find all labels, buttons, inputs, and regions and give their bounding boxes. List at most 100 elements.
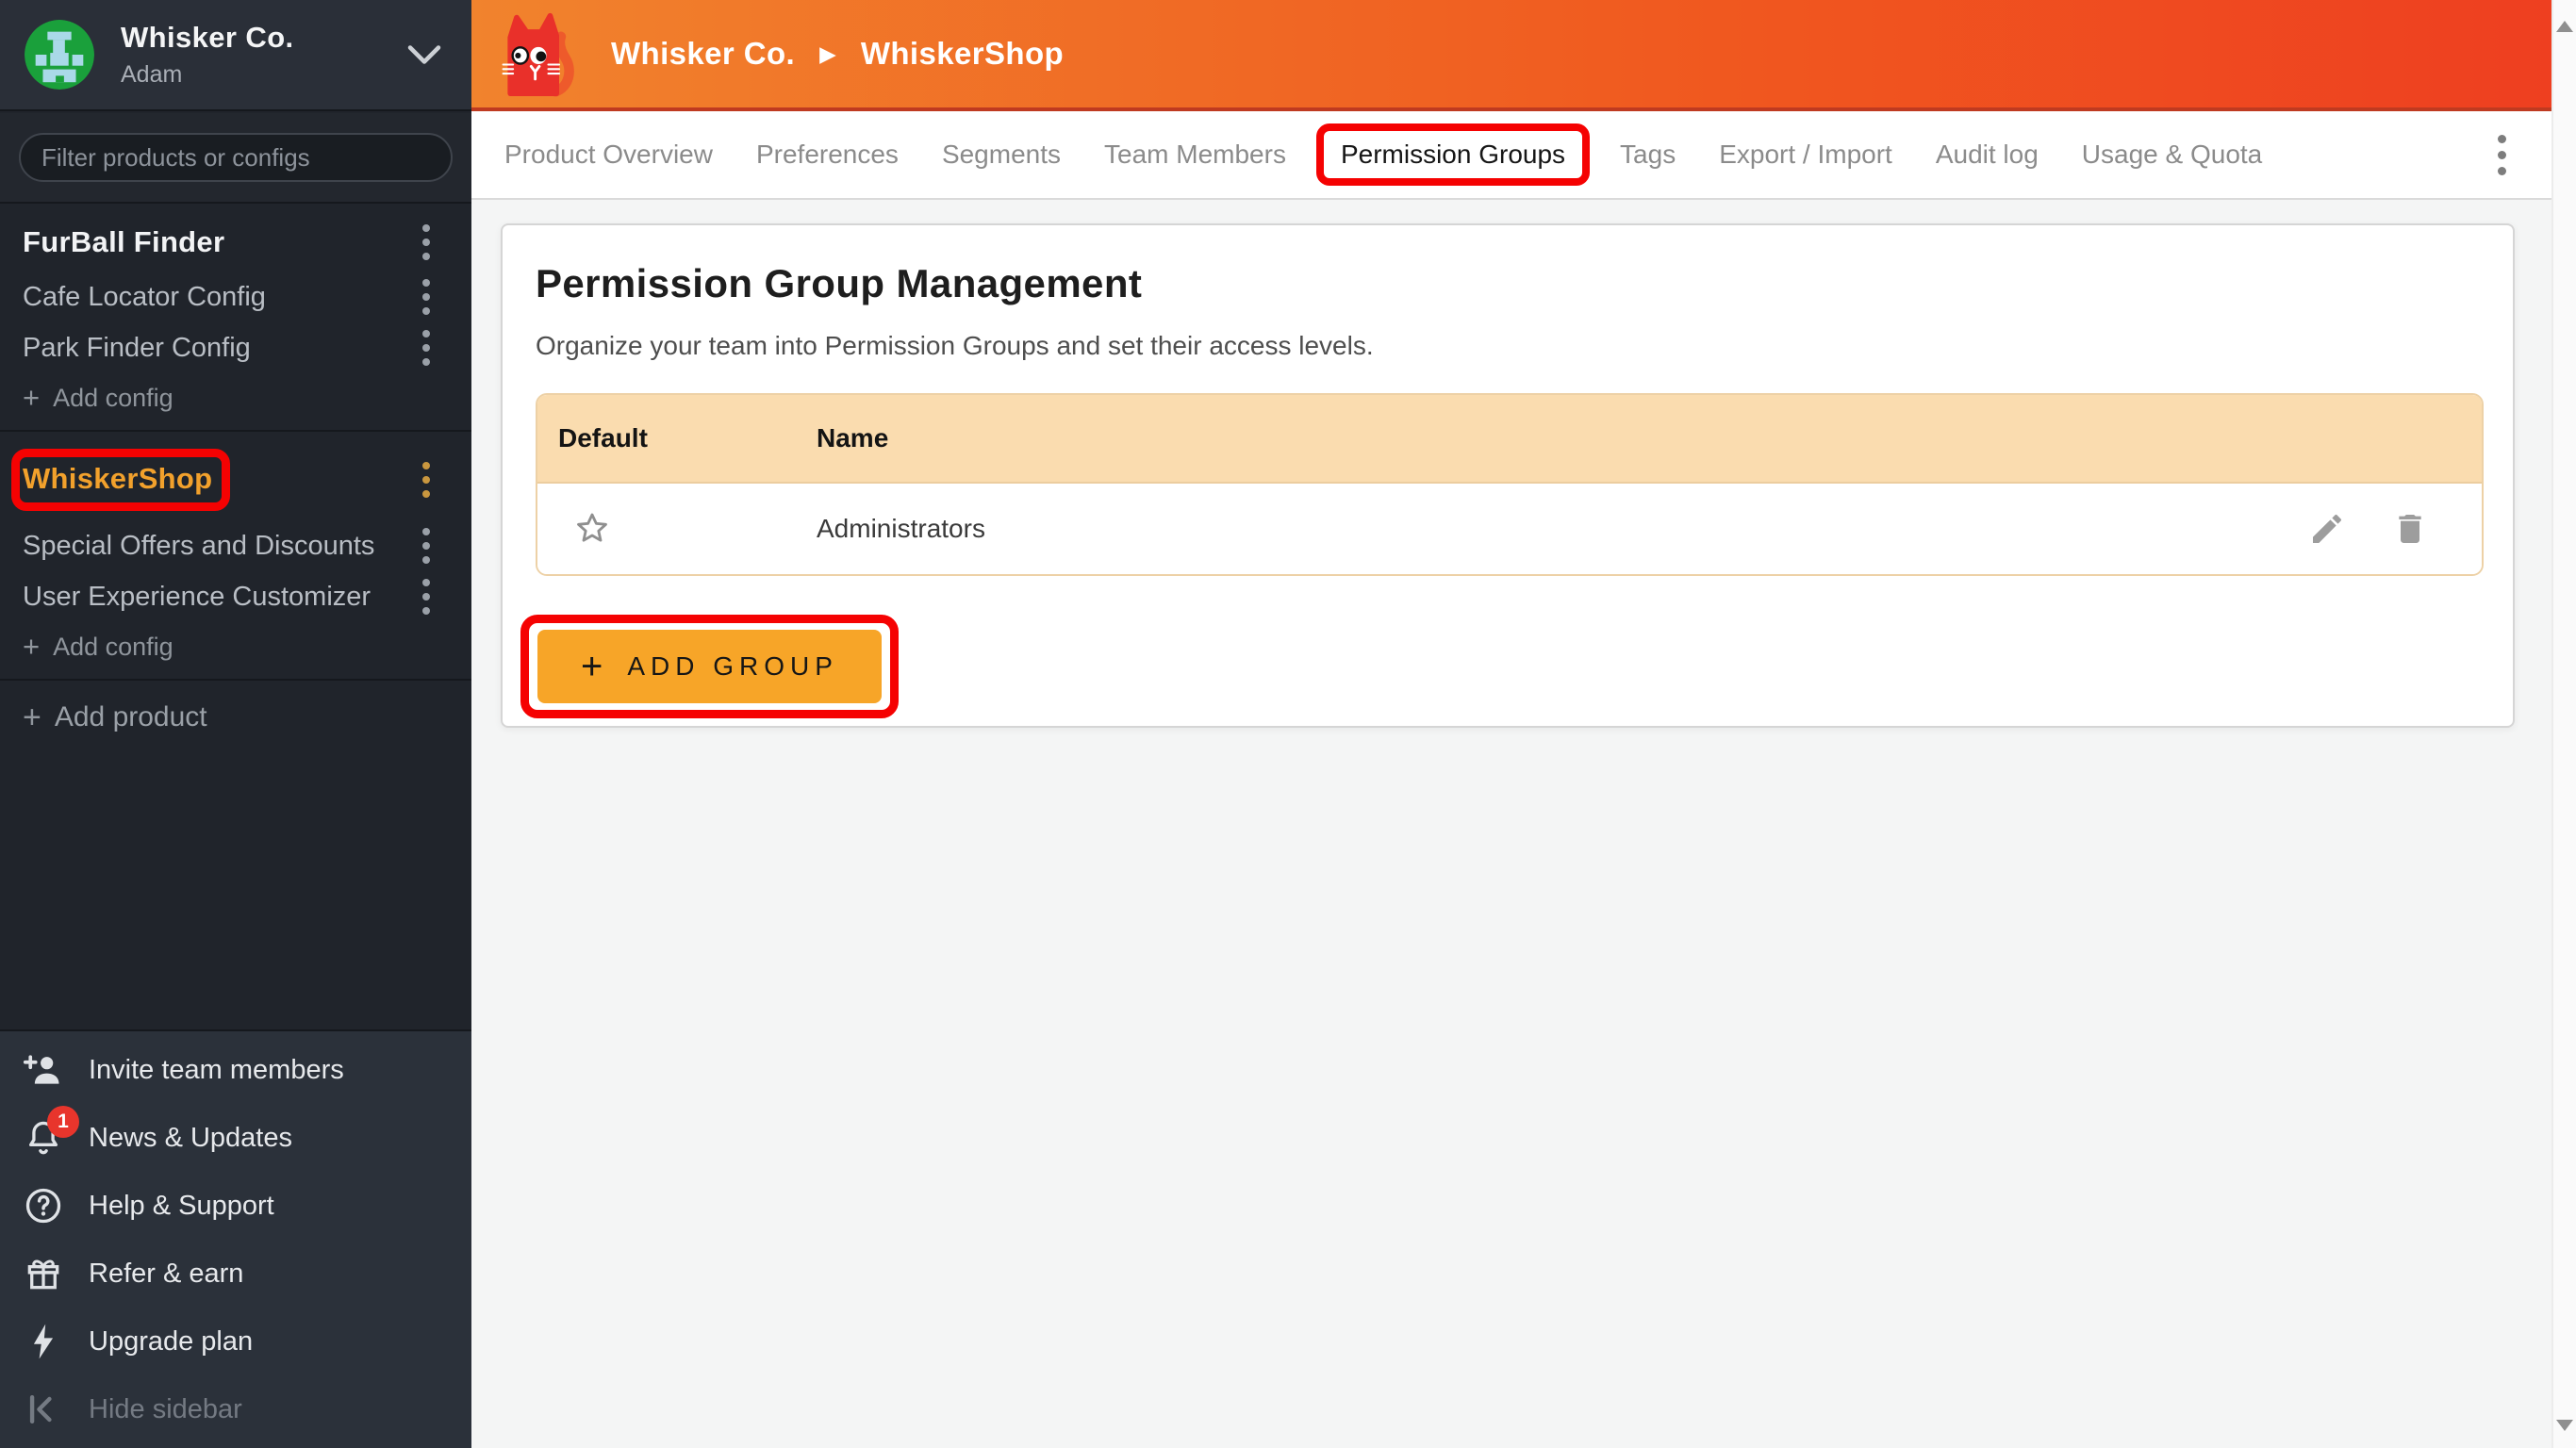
news-and-updates[interactable]: 1 News & Updates bbox=[0, 1111, 471, 1165]
sidebar-divider bbox=[0, 679, 471, 681]
scroll-down-icon[interactable] bbox=[2556, 1420, 2573, 1431]
tab-segments[interactable]: Segments bbox=[942, 140, 1061, 170]
product-name-active[interactable]: WhiskerShop bbox=[23, 462, 212, 495]
config-user-experience[interactable]: User Experience Customizer bbox=[0, 571, 471, 622]
app-screen: Whisker Co. Adam FurBall Finder Cafe Loc… bbox=[0, 0, 2576, 1448]
breadcrumb-org[interactable]: Whisker Co. bbox=[611, 36, 795, 72]
help-icon bbox=[23, 1185, 64, 1226]
org-meta: Whisker Co. Adam bbox=[121, 21, 407, 89]
star-outline-icon[interactable] bbox=[573, 510, 611, 548]
edit-icon[interactable] bbox=[2308, 510, 2346, 548]
product-tabbar: Product Overview Preferences Segments Te… bbox=[471, 111, 2551, 200]
add-config-label: Add config bbox=[53, 384, 173, 413]
org-avatar bbox=[25, 20, 94, 90]
add-config-button[interactable]: + Add config bbox=[0, 622, 471, 671]
cat-logo[interactable] bbox=[500, 10, 575, 97]
permission-group-card: Permission Group Management Organize you… bbox=[501, 223, 2515, 728]
add-config-button[interactable]: + Add config bbox=[0, 373, 471, 422]
permission-groups-table: Default Name Administrators bbox=[536, 393, 2484, 576]
menu-label: Upgrade plan bbox=[89, 1326, 253, 1358]
plus-icon: + bbox=[581, 648, 603, 685]
add-product-label: Add product bbox=[55, 701, 207, 733]
table-header: Default Name bbox=[537, 395, 2482, 484]
config-menu-icon[interactable] bbox=[417, 273, 436, 321]
lightning-icon bbox=[23, 1321, 64, 1362]
product-name: FurBall Finder bbox=[23, 225, 224, 259]
menu-label: Refer & earn bbox=[89, 1259, 243, 1290]
config-name: Special Offers and Discounts bbox=[23, 531, 374, 562]
plus-icon: + bbox=[23, 699, 41, 736]
tab-permission-groups[interactable]: Permission Groups bbox=[1341, 140, 1565, 169]
tab-audit-log[interactable]: Audit log bbox=[1936, 140, 2039, 170]
org-name: Whisker Co. bbox=[121, 21, 407, 55]
org-switcher[interactable]: Whisker Co. Adam bbox=[0, 0, 471, 111]
tab-export-import[interactable]: Export / Import bbox=[1719, 140, 1892, 170]
table-row: Administrators bbox=[537, 484, 2482, 574]
sidebar-divider bbox=[0, 430, 471, 432]
scroll-up-icon[interactable] bbox=[2556, 21, 2573, 32]
sidebar-bottom-menu: Invite team members 1 News & Updates bbox=[0, 1029, 471, 1448]
plus-icon: + bbox=[23, 630, 40, 664]
delete-icon[interactable] bbox=[2391, 510, 2429, 548]
chevron-down-icon bbox=[407, 44, 441, 65]
config-name: User Experience Customizer bbox=[23, 582, 371, 613]
page-scrollbar[interactable] bbox=[2551, 0, 2576, 1448]
column-default: Default bbox=[558, 423, 648, 453]
tutorial-highlight-permission-groups: Permission Groups bbox=[1316, 123, 1590, 186]
tutorial-highlight-whiskershop: WhiskerShop bbox=[11, 449, 230, 511]
menu-label: News & Updates bbox=[89, 1123, 292, 1154]
collapse-sidebar-icon bbox=[23, 1389, 64, 1430]
config-menu-icon[interactable] bbox=[417, 522, 436, 569]
invite-team-members[interactable]: Invite team members bbox=[0, 1043, 471, 1097]
tutorial-highlight-add-group: + ADD GROUP bbox=[520, 615, 899, 718]
help-and-support[interactable]: Help & Support bbox=[0, 1178, 471, 1233]
product-whiskershop[interactable]: WhiskerShop bbox=[0, 439, 471, 520]
add-group-label: ADD GROUP bbox=[627, 651, 838, 682]
refer-and-earn[interactable]: Refer & earn bbox=[0, 1246, 471, 1301]
tab-team-members[interactable]: Team Members bbox=[1104, 140, 1286, 170]
add-product-button[interactable]: + Add product bbox=[0, 690, 471, 745]
menu-label: Hide sidebar bbox=[89, 1394, 242, 1425]
tab-usage-quota[interactable]: Usage & Quota bbox=[2082, 140, 2262, 170]
config-menu-icon[interactable] bbox=[417, 573, 436, 620]
robot-avatar-icon bbox=[25, 20, 94, 90]
tab-product-overview[interactable]: Product Overview bbox=[504, 140, 713, 170]
product-list: FurBall Finder Cafe Locator Config Park … bbox=[0, 206, 471, 1029]
invite-user-icon bbox=[23, 1049, 64, 1091]
main-content: Permission Group Management Organize you… bbox=[471, 200, 2551, 1448]
tab-preferences[interactable]: Preferences bbox=[756, 140, 899, 170]
page-subtitle: Organize your team into Permission Group… bbox=[536, 331, 2480, 361]
plus-icon: + bbox=[23, 381, 40, 415]
config-park-finder[interactable]: Park Finder Config bbox=[0, 322, 471, 373]
column-name: Name bbox=[817, 423, 888, 452]
product-menu-icon[interactable] bbox=[417, 219, 436, 266]
add-group-button[interactable]: + ADD GROUP bbox=[537, 630, 882, 703]
group-name: Administrators bbox=[817, 514, 985, 543]
sidebar: Whisker Co. Adam FurBall Finder Cafe Loc… bbox=[0, 0, 471, 1448]
product-furball-finder[interactable]: FurBall Finder bbox=[0, 213, 471, 272]
top-header: Whisker Co. ▶ WhiskerShop bbox=[471, 0, 2551, 111]
breadcrumb-product[interactable]: WhiskerShop bbox=[861, 36, 1064, 72]
upgrade-plan[interactable]: Upgrade plan bbox=[0, 1314, 471, 1369]
org-user: Adam bbox=[121, 61, 407, 89]
news-badge: 1 bbox=[47, 1106, 79, 1138]
sidebar-search bbox=[0, 113, 471, 204]
config-name: Cafe Locator Config bbox=[23, 282, 266, 313]
tab-tags[interactable]: Tags bbox=[1620, 140, 1676, 170]
menu-label: Help & Support bbox=[89, 1191, 274, 1222]
hide-sidebar[interactable]: Hide sidebar bbox=[0, 1382, 471, 1437]
bell-icon: 1 bbox=[23, 1117, 64, 1159]
menu-label: Invite team members bbox=[89, 1055, 344, 1086]
config-special-offers[interactable]: Special Offers and Discounts bbox=[0, 520, 471, 571]
breadcrumb: Whisker Co. ▶ WhiskerShop bbox=[611, 36, 1064, 72]
breadcrumb-arrow-icon: ▶ bbox=[819, 41, 836, 67]
filter-input[interactable] bbox=[19, 133, 453, 182]
config-cafe-locator[interactable]: Cafe Locator Config bbox=[0, 272, 471, 322]
config-menu-icon[interactable] bbox=[417, 324, 436, 371]
gift-icon bbox=[23, 1253, 64, 1294]
product-menu-icon[interactable] bbox=[417, 456, 436, 503]
add-config-label: Add config bbox=[53, 633, 173, 662]
tabbar-overflow-menu-icon[interactable] bbox=[2492, 129, 2512, 181]
config-name: Park Finder Config bbox=[23, 333, 251, 364]
page-title: Permission Group Management bbox=[536, 261, 2480, 306]
